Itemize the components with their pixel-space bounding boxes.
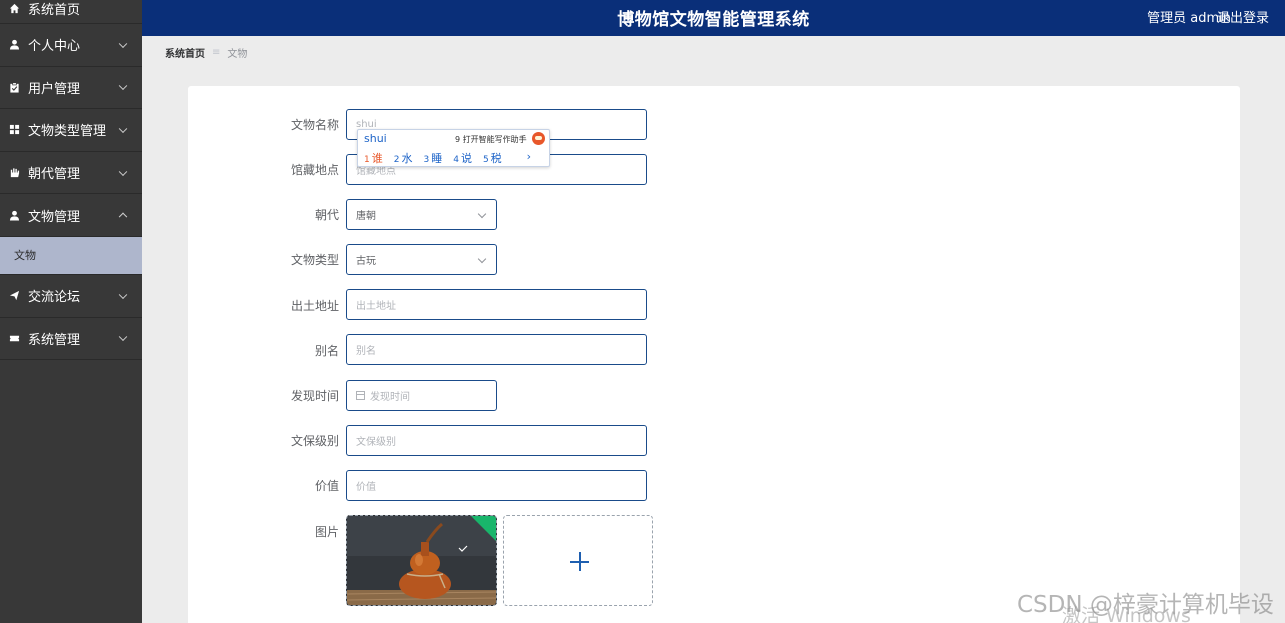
sidebar-subitem-artifact[interactable]: 文物 xyxy=(0,236,142,275)
sidebar-item-label: 个人中心 xyxy=(28,39,81,55)
label-alias: 别名 xyxy=(314,344,339,358)
home-icon xyxy=(8,3,20,15)
sidebar-item-label: 用户管理 xyxy=(28,81,81,97)
gourd-artifact-image xyxy=(347,516,496,605)
discovery-time-placeholder: 发现时间 xyxy=(370,392,410,403)
user-icon xyxy=(8,209,20,221)
uploaded-image-thumbnail[interactable] xyxy=(346,515,497,606)
sidebar-item-label: 文物类型管理 xyxy=(28,124,107,140)
sidebar-item-home[interactable]: 系统首页 xyxy=(0,0,142,24)
alias-input[interactable]: 别名 xyxy=(346,334,647,365)
breadcrumb-separator: ≡ xyxy=(212,47,221,58)
sidebar-item-system[interactable]: 系统管理 xyxy=(0,318,142,361)
breadcrumb-current: 文物 xyxy=(227,49,248,60)
origin-placeholder: 出土地址 xyxy=(356,301,396,312)
sidebar-item-users[interactable]: 用户管理 xyxy=(0,67,142,110)
chevron-down-icon xyxy=(118,124,128,134)
breadcrumb: 系统首页 ≡ 文物 xyxy=(165,45,247,60)
ime-candidates: 1谁 2水 3睡 4说 5税 xyxy=(364,150,513,166)
ime-next-page-icon[interactable]: › xyxy=(527,150,531,163)
ime-candidate-popup: shui 9 打开智能写作助手 1谁 2水 3睡 4说 5税 › xyxy=(357,129,550,167)
origin-input[interactable]: 出土地址 xyxy=(346,289,647,320)
sidebar-item-dynasty[interactable]: 朝代管理 xyxy=(0,152,142,195)
grid-icon xyxy=(8,124,20,136)
top-header: 博物馆文物智能管理系统 管理员 admin 退出登录 xyxy=(142,0,1285,36)
ticket-icon xyxy=(8,332,20,344)
ime-assistant-option[interactable]: 9 打开智能写作助手 xyxy=(455,134,527,145)
sidebar-item-artifacts[interactable]: 文物管理 xyxy=(0,194,142,237)
send-icon xyxy=(8,290,20,302)
sidebar-item-personal[interactable]: 个人中心 xyxy=(0,24,142,67)
chevron-down-icon xyxy=(118,39,128,48)
chevron-down-icon xyxy=(118,81,128,91)
sidebar-item-artifact-types[interactable]: 文物类型管理 xyxy=(0,109,142,152)
label-origin: 出土地址 xyxy=(290,299,339,313)
chevron-down-icon xyxy=(118,332,128,342)
chevron-up-icon xyxy=(118,212,128,222)
sidebar-item-forum[interactable]: 交流论坛 xyxy=(0,275,142,318)
sidebar-item-label: 交流论坛 xyxy=(28,290,81,306)
ime-pinyin: shui xyxy=(364,132,387,145)
calendar-icon xyxy=(356,391,365,400)
upload-add-button[interactable] xyxy=(503,515,653,606)
ime-candidate[interactable]: 5税 xyxy=(483,150,502,166)
sidebar-item-label: 系统首页 xyxy=(28,3,81,18)
sidebar-item-label: 系统管理 xyxy=(28,332,81,348)
label-protection-level: 文保级别 xyxy=(290,434,339,448)
label-dynasty: 朝代 xyxy=(314,208,339,222)
protection-level-placeholder: 文保级别 xyxy=(356,437,396,448)
ime-assistant-icon[interactable] xyxy=(532,132,545,145)
price-input[interactable]: 价值 xyxy=(346,470,647,501)
ime-candidate[interactable]: 3睡 xyxy=(423,150,442,166)
plus-icon-vertical xyxy=(579,552,581,571)
protection-level-input[interactable]: 文保级别 xyxy=(346,425,647,456)
app-title: 博物馆文物智能管理系统 xyxy=(617,10,810,30)
dynasty-select[interactable]: 唐朝 xyxy=(346,199,497,230)
ime-candidate[interactable]: 2水 xyxy=(394,150,413,166)
label-artifact-name: 文物名称 xyxy=(290,118,339,132)
label-price: 价值 xyxy=(314,479,339,493)
label-location: 馆藏地点 xyxy=(290,163,339,177)
label-image: 图片 xyxy=(314,525,339,539)
logout-link[interactable]: 退出登录 xyxy=(1217,7,1269,26)
chevron-down-icon xyxy=(477,254,487,264)
chevron-down-icon xyxy=(118,167,128,176)
chevron-down-icon xyxy=(118,290,128,299)
sidebar: 系统首页 个人中心 用户管理 文物类型管理 朝代管理 文物管理 文物 交流论坛 … xyxy=(0,0,142,623)
discovery-time-picker[interactable]: 发现时间 xyxy=(346,380,497,411)
label-discovery-time: 发现时间 xyxy=(290,389,339,403)
breadcrumb-home[interactable]: 系统首页 xyxy=(165,45,205,60)
ime-candidate[interactable]: 4说 xyxy=(453,150,472,166)
label-type: 文物类型 xyxy=(290,253,339,267)
hand-icon xyxy=(8,167,20,179)
dynasty-value: 唐朝 xyxy=(356,211,376,222)
sidebar-item-label: 朝代管理 xyxy=(28,167,81,183)
windows-activation-watermark: 激活 Windows xyxy=(1062,605,1191,623)
price-placeholder: 价值 xyxy=(356,482,376,493)
chevron-down-icon xyxy=(477,209,487,219)
sidebar-item-label: 文物管理 xyxy=(28,209,81,225)
user-icon xyxy=(8,39,20,51)
clipboard-icon xyxy=(8,81,20,93)
ime-candidate[interactable]: 1谁 xyxy=(364,150,383,166)
alias-placeholder: 别名 xyxy=(356,346,376,357)
type-value: 古玩 xyxy=(356,256,376,267)
sidebar-subitem-label: 文物 xyxy=(14,249,36,263)
type-select[interactable]: 古玩 xyxy=(346,244,497,275)
